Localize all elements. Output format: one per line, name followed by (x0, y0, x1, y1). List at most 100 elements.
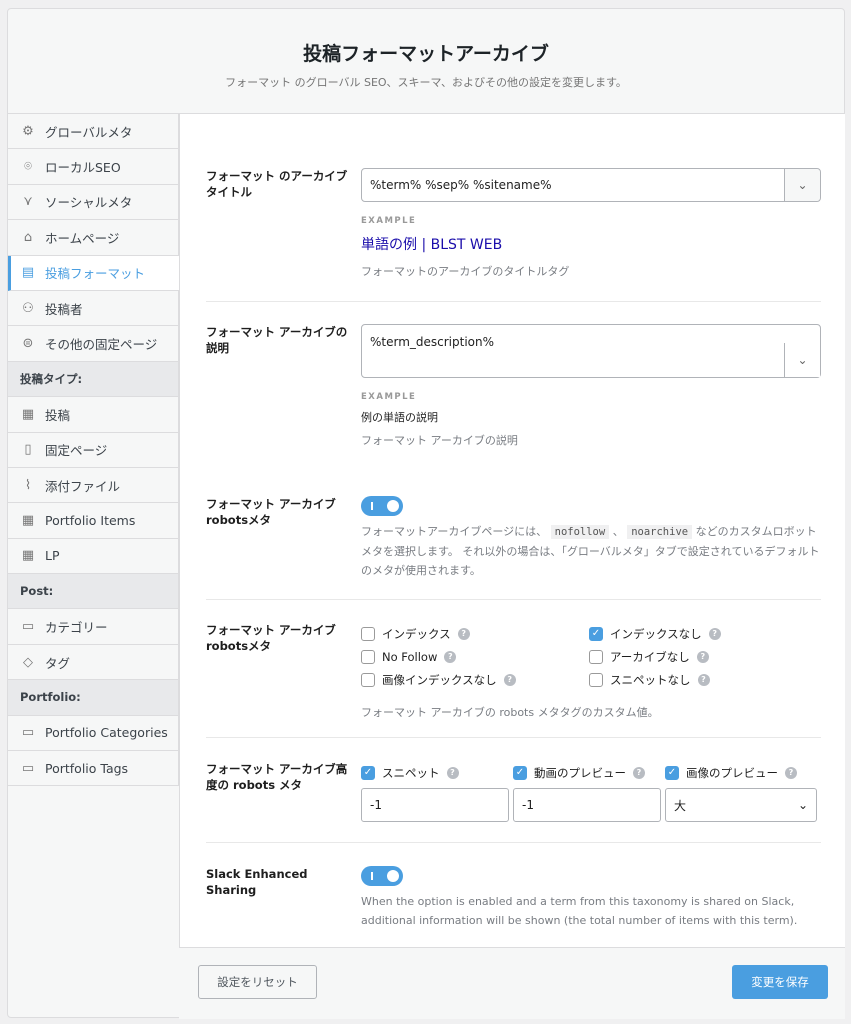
folder-icon: ▭ (21, 725, 35, 741)
sidebar-item-tags[interactable]: ◇ タグ (8, 644, 179, 681)
sidebar-item-label: 添付ファイル (45, 478, 121, 494)
checkbox-label: 動画のプレビュー (534, 765, 626, 780)
input-value: %term% %sep% %sitename% (370, 178, 552, 192)
field-help: フォーマットアーカイブページには、 nofollow 、 noarchive な… (361, 522, 821, 580)
sidebar-item-label: Portfolio Items (45, 512, 136, 528)
input-value: %term_description% (370, 335, 495, 349)
sidebar-item-posts[interactable]: ▦ 投稿 (8, 397, 179, 433)
sidebar-item-social-meta[interactable]: ⋎ ソーシャルメタ (8, 184, 179, 221)
checkbox-label: アーカイブなし (610, 649, 690, 664)
sidebar-item-pages[interactable]: ▯ 固定ページ (8, 432, 179, 468)
help-icon[interactable]: ? (457, 627, 470, 640)
sidebar-item-categories[interactable]: ▭ カテゴリー (8, 609, 179, 645)
checkbox-noindex[interactable]: ✓ インデックスなし? (589, 622, 817, 645)
share-icon: ⋎ (23, 194, 33, 210)
checkbox-snippet[interactable]: ✓ スニペット? (361, 761, 509, 784)
code-nofollow: nofollow (550, 525, 610, 539)
sidebar-item-label: ソーシャルメタ (45, 195, 133, 211)
sidebar-item-portfolio-categories[interactable]: ▭ Portfolio Categories (8, 715, 179, 752)
robots-meta-toggle[interactable] (361, 496, 403, 516)
help-icon[interactable]: ? (697, 673, 710, 686)
sidebar-item-local-seo[interactable]: ⌾ ローカルSEO (8, 149, 179, 185)
main-content: フォーマット のアーカイブタイトル %term% %sep% %sitename… (179, 114, 845, 948)
page-header: 投稿フォーマットアーカイブ フォーマット のグローバル SEO、スキーマ、および… (8, 9, 844, 114)
checkbox[interactable] (361, 626, 375, 641)
sidebar-item-global-meta[interactable]: ⚙ グローバルメタ (8, 114, 179, 150)
checkbox-label: No Follow (382, 649, 438, 664)
page-subtitle: フォーマット のグローバル SEO、スキーマ、およびその他の設定を変更します。 (225, 76, 627, 89)
users-icon: ⚇ (22, 300, 34, 316)
select-value: 大 (674, 798, 687, 813)
checkbox-label: インデックス (382, 626, 451, 641)
sidebar-item-label: 投稿者 (45, 301, 83, 317)
sidebar-item-attachments[interactable]: ⌇ 添付ファイル (8, 467, 179, 504)
help-icon[interactable]: ? (708, 627, 721, 640)
document-icon: ▤ (21, 265, 35, 281)
reset-settings-button[interactable]: 設定をリセット (198, 965, 317, 999)
snippet-length-input[interactable]: -1 (361, 788, 509, 822)
sidebar-item-homepage[interactable]: ⌂ ホームページ (8, 220, 179, 256)
help-icon[interactable]: ? (785, 766, 797, 779)
checkbox-checked[interactable]: ✓ (513, 765, 527, 780)
field-label: フォーマット アーカイブの説明 (206, 325, 348, 355)
slack-sharing-toggle[interactable] (361, 866, 403, 886)
field-label: フォーマット のアーカイブタイトル (206, 169, 348, 199)
sidebar-item-label: ホームページ (45, 230, 120, 246)
sidebar-item-portfolio-tags[interactable]: ▭ Portfolio Tags (8, 751, 179, 787)
help-icon[interactable]: ? (696, 650, 709, 663)
checkbox[interactable] (361, 672, 375, 687)
sidebar-item-label: その他の固定ページ (45, 337, 158, 353)
checkbox-checked[interactable]: ✓ (665, 765, 679, 780)
sidebar-item-label: ローカルSEO (45, 160, 121, 176)
save-changes-button[interactable]: 変更を保存 (732, 965, 828, 999)
video-preview-input[interactable]: -1 (513, 788, 661, 822)
checkbox-nofollow[interactable]: No Follow? (361, 645, 589, 668)
divider (206, 737, 821, 738)
example-label: EXAMPLE (361, 216, 417, 226)
sidebar-item-authors[interactable]: ⚇ 投稿者 (8, 290, 179, 327)
sidebar: ⚙ グローバルメタ ⌾ ローカルSEO ⋎ ソーシャルメタ ⌂ ホームページ ▤ 投稿フォ… (8, 114, 179, 787)
checkbox-nosnippet[interactable]: スニペットなし? (589, 668, 817, 691)
sidebar-item-post-format[interactable]: ▤ 投稿フォーマット (8, 255, 179, 291)
help-icon[interactable]: ? (444, 650, 457, 663)
folder-icon: ▭ (21, 619, 35, 635)
sidebar-section-post: Post: (8, 574, 179, 610)
code-noarchive: noarchive (627, 525, 693, 539)
image-preview-select[interactable]: 大 ⌄ (665, 788, 817, 822)
gear-icon: ⚙ (22, 123, 34, 139)
page-icon: ▯ (24, 442, 32, 458)
chevron-down-icon[interactable]: ⌄ (784, 169, 820, 201)
checkbox-video-preview[interactable]: ✓ 動画のプレビュー? (513, 761, 661, 784)
help-icon[interactable]: ? (633, 766, 645, 779)
checkbox[interactable] (589, 649, 603, 664)
checkbox-checked[interactable]: ✓ (361, 765, 375, 780)
list-icon: ⊜ (22, 336, 34, 352)
archive-description-input[interactable]: %term_description% ⌄ (361, 324, 821, 378)
checkbox-index[interactable]: インデックス? (361, 622, 589, 645)
sidebar-item-other-pages[interactable]: ⊜ その他の固定ページ (8, 326, 179, 362)
checkbox-noimageindex[interactable]: 画像インデックスなし? (361, 668, 589, 691)
checkbox-label: インデックスなし (610, 626, 702, 641)
chevron-down-icon[interactable]: ⌄ (784, 343, 820, 377)
sidebar-item-portfolio-items[interactable]: ▦ Portfolio Items (8, 503, 179, 539)
archive-title-input[interactable]: %term% %sep% %sitename% ⌄ (361, 168, 821, 202)
field-help: フォーマットのアーカイブのタイトルタグ (361, 265, 570, 278)
post-icon: ▦ (21, 512, 35, 528)
checkbox-label: 画像のプレビュー (686, 765, 778, 780)
checkbox[interactable] (361, 649, 375, 664)
footer: 設定をリセット 変更を保存 (179, 948, 845, 1019)
field-label: フォーマット アーカイブ高度の robots メタ (206, 762, 348, 792)
checkbox[interactable] (589, 672, 603, 687)
sidebar-item-lp[interactable]: ▦ LP (8, 538, 179, 575)
help-icon[interactable]: ? (503, 673, 516, 686)
checkbox-image-preview[interactable]: ✓ 画像のプレビュー? (665, 761, 817, 784)
checkbox-noarchive[interactable]: アーカイブなし? (589, 645, 817, 668)
example-description: 例の単語の説明 (361, 411, 438, 424)
sidebar-item-label: Portfolio Tags (45, 760, 129, 776)
post-icon: ▦ (21, 406, 35, 422)
sidebar-section-post-types: 投稿タイプ: (8, 361, 179, 398)
checkbox-checked[interactable]: ✓ (589, 626, 603, 641)
checkbox-label: スニペットなし (610, 672, 691, 687)
help-icon[interactable]: ? (446, 766, 459, 779)
paperclip-icon: ⌇ (24, 477, 32, 493)
